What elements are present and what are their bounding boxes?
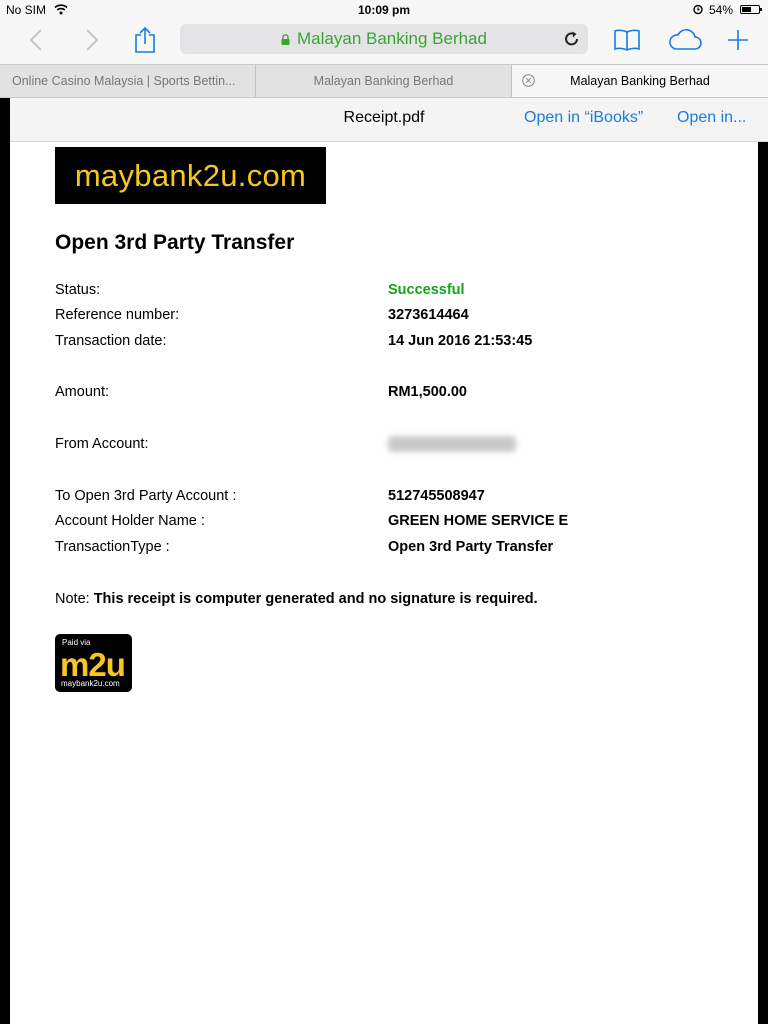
battery-percent: 54% bbox=[709, 3, 734, 17]
paid-via-m2u-badge: Paid via m2u maybank2u.com bbox=[55, 634, 132, 692]
ipad-screen: No SIM 10:09 pm 54% Malayan Banking Berh… bbox=[0, 0, 768, 1024]
forward-button[interactable] bbox=[78, 20, 106, 60]
pdf-filename: Receipt.pdf bbox=[343, 109, 425, 126]
pdf-header: Receipt.pdf Open in “iBooks” Open in... bbox=[10, 98, 768, 142]
tab-close-icon[interactable] bbox=[522, 74, 535, 87]
status-value: Successful bbox=[388, 282, 465, 298]
clock: 10:09 pm bbox=[357, 3, 411, 17]
reference-label: Reference number: bbox=[55, 307, 180, 323]
battery-level-fill bbox=[742, 7, 751, 12]
reload-icon[interactable] bbox=[562, 29, 582, 49]
address-bar[interactable]: Malayan Banking Berhad bbox=[180, 24, 588, 54]
note-text: This receipt is computer generated and n… bbox=[93, 591, 538, 607]
account-holder-label: Account Holder Name : bbox=[55, 513, 205, 529]
tab-maybank-1[interactable]: Malayan Banking Berhad bbox=[256, 65, 512, 97]
cloud-tabs-icon bbox=[669, 29, 702, 50]
browser-toolbar: Malayan Banking Berhad bbox=[0, 20, 768, 64]
status-bar: No SIM 10:09 pm 54% bbox=[0, 0, 768, 20]
share-icon bbox=[135, 26, 155, 53]
back-button[interactable] bbox=[22, 20, 50, 60]
cloud-tabs-button[interactable] bbox=[666, 20, 704, 60]
tab-label: Online Casino Malaysia | Sports Bettin..… bbox=[12, 74, 236, 88]
transaction-type-label: TransactionType : bbox=[55, 539, 170, 555]
new-tab-button[interactable] bbox=[724, 20, 752, 60]
account-holder-value: GREEN HOME SERVICE E bbox=[388, 513, 569, 529]
forward-icon bbox=[86, 29, 99, 51]
lock-icon bbox=[281, 33, 290, 45]
transaction-date-value: 14 Jun 2016 21:53:45 bbox=[388, 333, 533, 349]
new-tab-icon bbox=[728, 30, 748, 50]
open-in-button[interactable]: Open in... bbox=[677, 109, 746, 127]
amount-label: Amount: bbox=[55, 384, 109, 400]
badge-bottom-text: maybank2u.com bbox=[61, 679, 120, 688]
transaction-date-label: Transaction date: bbox=[55, 333, 167, 349]
back-icon bbox=[29, 29, 42, 51]
url-title: Malayan Banking Berhad bbox=[297, 29, 487, 48]
transaction-type-value: Open 3rd Party Transfer bbox=[388, 539, 554, 555]
to-account-label: To Open 3rd Party Account : bbox=[55, 488, 237, 504]
tab-casino[interactable]: Online Casino Malaysia | Sports Bettin..… bbox=[0, 65, 256, 97]
pdf-border-left bbox=[0, 98, 10, 1024]
tab-label: Malayan Banking Berhad bbox=[570, 74, 710, 88]
note-prefix: Note: bbox=[55, 591, 90, 607]
tab-bar: Online Casino Malaysia | Sports Bettin..… bbox=[0, 64, 768, 98]
share-button[interactable] bbox=[130, 20, 160, 60]
status-label: Status: bbox=[55, 282, 101, 298]
open-in-ibooks-button[interactable]: Open in “iBooks” bbox=[524, 109, 643, 127]
alarm-icon bbox=[693, 4, 703, 15]
to-account-value: 512745508947 bbox=[388, 488, 485, 504]
receipt-note: Note: This receipt is computer generated… bbox=[55, 591, 538, 607]
tab-maybank-active[interactable]: Malayan Banking Berhad bbox=[512, 65, 768, 97]
pdf-page: maybank2u.com Open 3rd Party Transfer St… bbox=[10, 142, 758, 1024]
receipt-title: Open 3rd Party Transfer bbox=[55, 231, 295, 254]
bookmarks-icon bbox=[614, 29, 640, 51]
from-account-label: From Account: bbox=[55, 436, 149, 452]
tab-label: Malayan Banking Berhad bbox=[313, 74, 454, 88]
amount-value: RM1,500.00 bbox=[388, 384, 467, 400]
pdf-border-right bbox=[758, 142, 768, 1024]
reference-value: 3273614464 bbox=[388, 307, 469, 323]
from-account-value-blurred bbox=[388, 436, 516, 452]
maybank-logo: maybank2u.com bbox=[55, 147, 326, 204]
bookmarks-button[interactable] bbox=[612, 20, 642, 60]
battery-icon bbox=[740, 5, 762, 14]
logo-text: maybank2u.com bbox=[74, 157, 307, 193]
